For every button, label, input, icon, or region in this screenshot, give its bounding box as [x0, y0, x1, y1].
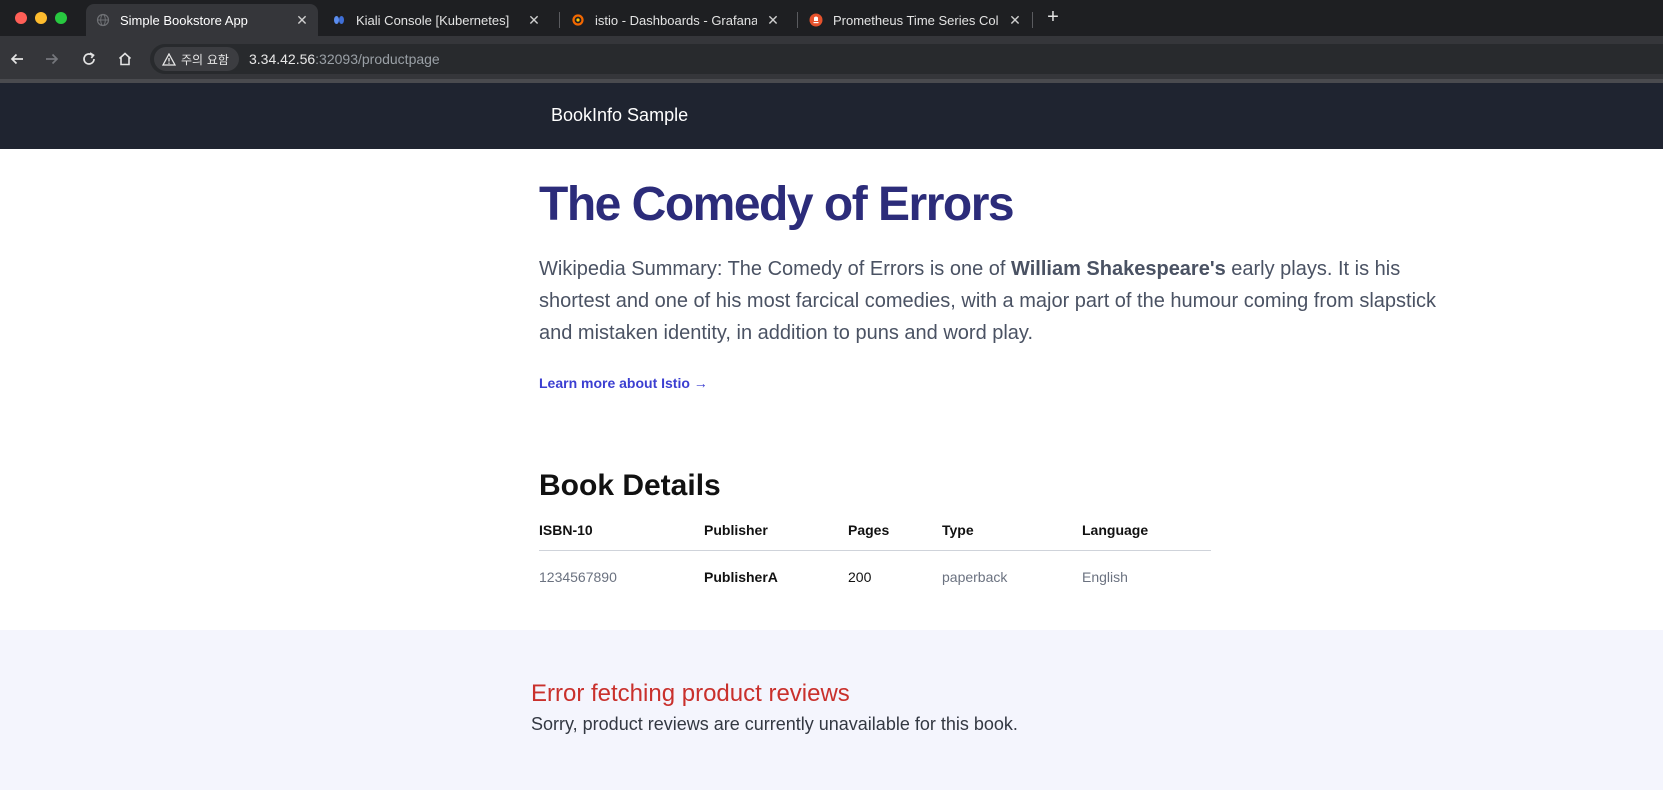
column-header-type: Type [942, 513, 1082, 551]
globe-icon [96, 13, 110, 27]
grafana-icon [571, 13, 585, 27]
back-arrow-icon[interactable] [8, 50, 26, 68]
close-window-button[interactable] [15, 12, 27, 24]
reload-icon[interactable] [80, 50, 98, 68]
security-label: 주의 요함 [181, 52, 229, 67]
column-header-language: Language [1082, 513, 1211, 551]
home-icon[interactable] [116, 50, 134, 68]
url-text[interactable]: 3.34.42.56:32093/productpage [249, 51, 440, 67]
warning-triangle-icon [162, 52, 176, 66]
tab-title: Prometheus Time Series Colle [833, 12, 999, 28]
reviews-section: Error fetching product reviews Sorry, pr… [0, 630, 1663, 790]
browser-toolbar: 주의 요함 3.34.42.56:32093/productpage [0, 36, 1663, 83]
book-details-title: Book Details [539, 469, 721, 502]
table-row: 1234567890 PublisherA 200 paperback Engl… [539, 550, 1211, 589]
book-title: The Comedy of Errors [539, 178, 1015, 231]
prometheus-icon [809, 13, 823, 27]
browser-tab-strip: Simple Bookstore App ✕ Kiali Console [Ku… [0, 0, 1663, 36]
address-bar[interactable]: 주의 요함 3.34.42.56:32093/productpage [150, 44, 1663, 74]
site-title[interactable]: BookInfo Sample [551, 105, 688, 126]
learn-more-istio-link[interactable]: Learn more about Istio → [539, 375, 708, 391]
book-summary: Wikipedia Summary: The Comedy of Errors … [539, 253, 1439, 349]
table-header-row: ISBN-10 Publisher Pages Type Language [539, 513, 1211, 551]
cell-pages: 200 [848, 568, 872, 585]
product-section: The Comedy of Errors Wikipedia Summary: … [0, 149, 1663, 630]
tab-separator [797, 12, 798, 28]
tab-title: Kiali Console [Kubernetes] [356, 12, 510, 28]
cell-publisher: PublisherA [704, 568, 778, 585]
reviews-error-title: Error fetching product reviews [531, 680, 850, 707]
close-tab-icon[interactable]: ✕ [526, 12, 542, 28]
column-header-isbn: ISBN-10 [539, 513, 704, 551]
book-details-table: ISBN-10 Publisher Pages Type Language 12… [539, 513, 1211, 589]
tab-title: Simple Bookstore App [120, 12, 248, 28]
tab-simple-bookstore-app[interactable]: Simple Bookstore App ✕ [86, 4, 318, 36]
column-header-pages: Pages [848, 513, 942, 551]
close-tab-icon[interactable]: ✕ [765, 12, 781, 28]
kiali-icon [332, 13, 346, 27]
close-tab-icon[interactable]: ✕ [294, 12, 310, 28]
forward-arrow-icon[interactable] [43, 50, 61, 68]
summary-prefix: Wikipedia Summary: The Comedy of Errors … [539, 258, 1012, 280]
tab-grafana[interactable]: istio - Dashboards - Grafana ✕ [561, 4, 789, 36]
minimize-window-button[interactable] [35, 12, 47, 24]
url-host: 3.34.42.56 [248, 51, 316, 67]
security-warning-chip[interactable]: 주의 요함 [154, 47, 239, 71]
tab-kiali-console[interactable]: Kiali Console [Kubernetes] ✕ [322, 4, 550, 36]
tab-separator [559, 12, 560, 28]
close-tab-icon[interactable]: ✕ [1007, 12, 1023, 28]
new-tab-button[interactable]: + [1043, 7, 1063, 28]
tab-title: istio - Dashboards - Grafana [595, 12, 757, 28]
url-path: :32093/productpage [315, 51, 440, 67]
column-header-publisher: Publisher [704, 513, 848, 551]
tab-separator [1032, 12, 1033, 28]
cell-isbn: 1234567890 [539, 568, 617, 585]
tab-prometheus[interactable]: Prometheus Time Series Colle ✕ [799, 4, 1031, 36]
cell-language: English [1082, 568, 1128, 585]
reviews-error-message: Sorry, product reviews are currently una… [531, 714, 1018, 734]
maximize-window-button[interactable] [55, 12, 67, 24]
summary-author: William Shakespeare's [1011, 258, 1226, 280]
cell-type: paperback [942, 568, 1008, 585]
site-header: BookInfo Sample [0, 83, 1663, 149]
